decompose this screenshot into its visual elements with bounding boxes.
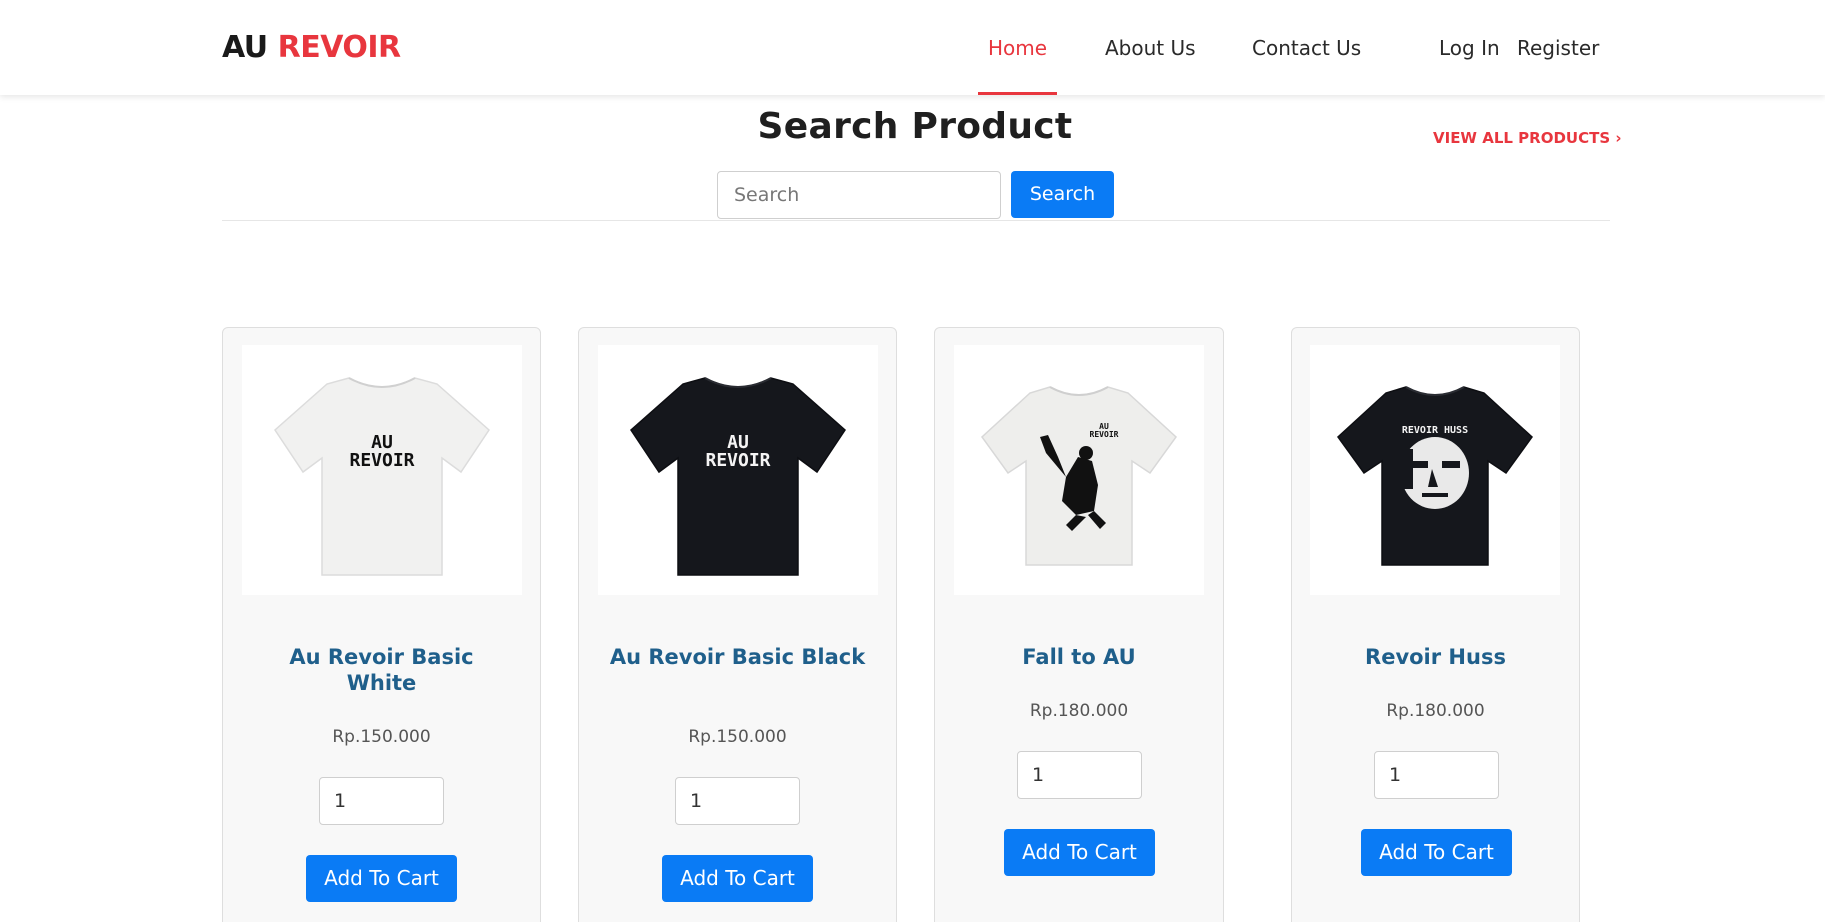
product-name[interactable]: Fall to AU	[935, 644, 1223, 670]
add-to-cart-button[interactable]: Add To Cart	[1004, 829, 1155, 876]
nav-about[interactable]: About Us	[1105, 36, 1196, 60]
brand-logo-part2: REVOIR	[277, 30, 402, 65]
nav-register[interactable]: Register	[1517, 36, 1599, 60]
page-title: Search Product	[757, 106, 1073, 147]
nav-contact[interactable]: Contact Us	[1252, 36, 1361, 60]
fall-to-au-tshirt-image: AU REVOIR	[981, 386, 1177, 566]
product-price: Rp.150.000	[332, 727, 431, 747]
quantity-input[interactable]	[1017, 751, 1142, 799]
white-tshirt-image: AU REVOIR	[274, 377, 490, 576]
product-price: Rp.180.000	[1386, 701, 1485, 721]
product-price: Rp.150.000	[688, 727, 787, 747]
black-tshirt-image: AU REVOIR	[630, 377, 846, 576]
product-image[interactable]: AU REVOIR	[598, 345, 878, 595]
product-image[interactable]: AU REVOIR	[954, 345, 1204, 595]
nav-login[interactable]: Log In	[1439, 36, 1500, 60]
svg-text:REVOIR: REVOIR	[349, 450, 414, 471]
site-header: AU REVOIR Home About Us Contact Us Log I…	[0, 0, 1825, 95]
product-name[interactable]: Au Revoir Basic Black	[579, 644, 896, 670]
add-to-cart-button[interactable]: Add To Cart	[306, 855, 457, 902]
brand-logo[interactable]: AU REVOIR	[222, 30, 401, 65]
product-price: Rp.180.000	[1029, 701, 1129, 721]
product-card: AU REVOIR Fall to AU Rp.180.000 Add To C…	[934, 327, 1224, 922]
product-image[interactable]: REVOIR HUSS	[1310, 345, 1560, 595]
svg-text:REVOIR: REVOIR	[705, 450, 770, 471]
brand-logo-part1: AU	[222, 30, 268, 65]
view-all-products-link[interactable]: VIEW ALL PRODUCTS ›	[1433, 129, 1622, 147]
quantity-input[interactable]	[675, 777, 800, 825]
product-card: REVOIR HUSS Revoir Huss Rp.180.000 Add T…	[1291, 327, 1580, 922]
add-to-cart-button[interactable]: Add To Cart	[1361, 829, 1512, 876]
nav-active-indicator	[978, 92, 1057, 95]
product-image[interactable]: AU REVOIR	[242, 345, 522, 595]
nav-home[interactable]: Home	[988, 36, 1047, 60]
section-divider	[222, 220, 1610, 221]
svg-text:REVOIR: REVOIR	[1090, 430, 1119, 439]
quantity-input[interactable]	[319, 777, 444, 825]
product-name[interactable]: Au Revoir Basic White	[223, 644, 540, 696]
product-card: AU REVOIR Au Revoir Basic White Rp.150.0…	[222, 327, 541, 922]
product-name[interactable]: Revoir Huss	[1292, 644, 1579, 670]
quantity-input[interactable]	[1374, 751, 1499, 799]
revoir-huss-tshirt-image: REVOIR HUSS	[1337, 386, 1533, 566]
svg-text:REVOIR HUSS: REVOIR HUSS	[1402, 425, 1468, 436]
search-input[interactable]	[717, 171, 1001, 219]
add-to-cart-button[interactable]: Add To Cart	[662, 855, 813, 902]
search-button[interactable]: Search	[1011, 171, 1114, 218]
product-card: AU REVOIR Au Revoir Basic Black Rp.150.0…	[578, 327, 897, 922]
